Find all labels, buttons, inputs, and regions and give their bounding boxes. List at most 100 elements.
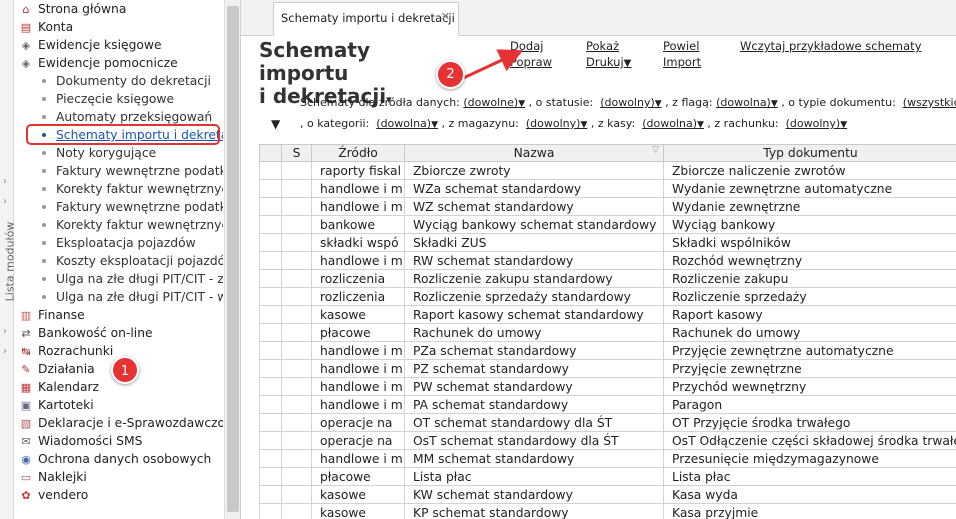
table-row[interactable]: składki wspó Składki ZUS Składki wspólnikó… <box>259 233 956 252</box>
row-selector-cell[interactable] <box>259 359 282 378</box>
column-header-doc-type[interactable]: Typ dokumentu <box>663 144 956 162</box>
chevron-right-icon[interactable]: › <box>3 196 7 207</box>
table-row[interactable]: handlowe i m PA schemat standardowy Parago… <box>259 395 956 414</box>
expand-filters-icon[interactable]: ▼ <box>271 117 280 131</box>
sidebar-subitem[interactable]: Noty korygujące <box>42 144 156 162</box>
sidebar-subitem[interactable]: Koszty eksploatacji pojazdów <box>42 252 223 270</box>
close-icon[interactable]: ✕ <box>441 10 450 23</box>
row-selector-cell[interactable] <box>259 503 282 519</box>
doc-type-filter[interactable]: (wszystkie)▼ <box>903 96 956 109</box>
scrollbar-thumb[interactable] <box>227 6 239 512</box>
column-header-s[interactable]: S <box>281 144 312 162</box>
row-selector-cell[interactable] <box>259 233 282 252</box>
row-selector-cell[interactable] <box>259 377 282 396</box>
duplicate-button[interactable]: Powiel <box>663 39 699 53</box>
print-button[interactable]: Drukuj▼ <box>586 55 631 69</box>
table-row[interactable]: handlowe i m PZa schemat standardowy Przyj… <box>259 341 956 360</box>
chevron-right-icon[interactable]: › <box>3 346 7 357</box>
row-selector-cell[interactable] <box>259 467 282 486</box>
nav-item-ochrona-danych-osobowych[interactable]: ◉ Ochrona danych osobowych <box>18 450 211 468</box>
table-row[interactable]: handlowe i m WZ schemat standardowy Wydani… <box>259 197 956 216</box>
row-selector-cell[interactable] <box>259 161 282 180</box>
chevron-right-icon[interactable]: › <box>3 176 7 187</box>
doc-type-cell: Przyjęcie zewnętrzne automatyczne <box>663 341 956 360</box>
row-selector-cell[interactable] <box>259 431 282 450</box>
column-header-name[interactable]: Nazwa ▽ <box>404 144 664 162</box>
table-row[interactable]: kasowe KW schemat standardowy Kasa wyda <box>259 485 956 504</box>
row-selector-cell[interactable] <box>259 413 282 432</box>
table-row[interactable]: handlowe i m PZ schemat standardowy Przyję… <box>259 359 956 378</box>
sidebar-subitem[interactable]: Faktury wewnętrzne podatku należnego <box>42 198 223 216</box>
table-row[interactable]: operacje na OsT schemat standardowy dla Ś… <box>259 431 956 450</box>
row-selector-cell[interactable] <box>259 341 282 360</box>
row-selector-cell[interactable] <box>259 197 282 216</box>
table-row[interactable]: bankowe Wyciąg bankowy schemat standardow… <box>259 215 956 234</box>
sort-icon[interactable]: ▽ <box>652 145 659 155</box>
table-row[interactable]: handlowe i m WZa schemat standardowy Wydan… <box>259 179 956 198</box>
flag-filter[interactable]: (dowolna)▼ <box>716 96 778 109</box>
nav-item-bankowo-on-line[interactable]: ⇄ Bankowość on-line <box>18 324 152 342</box>
table-row[interactable]: handlowe i m RW schemat standardowy Rozchó… <box>259 251 956 270</box>
table-row[interactable]: kasowe Raport kasowy schemat standardowy R… <box>259 305 956 324</box>
account-filter[interactable]: (dowolny)▼ <box>786 117 847 130</box>
status-filter[interactable]: (dowolny)▼ <box>600 96 661 109</box>
table-row[interactable]: operacje na OT schemat standardowy dla ŚT… <box>259 413 956 432</box>
status-cell <box>281 377 312 396</box>
table-row[interactable]: płacowe Lista płac Lista płac <box>259 467 956 486</box>
module-list-strip[interactable]: › › Lista modułów › › <box>0 0 17 519</box>
import-button[interactable]: Import <box>663 55 701 69</box>
nav-item-label: Strona główna <box>38 2 127 16</box>
cash-filter[interactable]: (dowolna)▼ <box>642 117 704 130</box>
sidebar-subitem[interactable]: Faktury wewnętrzne podatku naliczonego <box>42 162 223 180</box>
sidebar-subitem[interactable]: Eksploatacja pojazdów <box>42 234 196 252</box>
table-row[interactable]: rozliczenia Rozliczenie sprzedaży standar… <box>259 287 956 306</box>
row-selector-cell[interactable] <box>259 215 282 234</box>
load-samples-button[interactable]: Wczytaj przykładowe schematy <box>740 39 922 53</box>
nav-item-ewidencje-pomocnicze[interactable]: ◈ Ewidencje pomocnicze <box>18 54 178 72</box>
row-selector-cell[interactable] <box>259 287 282 306</box>
nav-item-kalendarz[interactable]: ▦ Kalendarz <box>18 378 99 396</box>
table-row[interactable]: handlowe i m PW schemat standardowy Przych… <box>259 377 956 396</box>
nav-item-dzia-ania[interactable]: ✎ Działania <box>18 360 94 378</box>
status-cell <box>281 305 312 324</box>
row-selector-cell[interactable] <box>259 485 282 504</box>
nav-item-kartoteki[interactable]: ▣ Kartoteki <box>18 396 94 414</box>
nav-item-finanse[interactable]: ▥ Finanse <box>18 306 85 324</box>
table-row[interactable]: raporty fiskal Zbiorcze zwroty Zbiorcze na… <box>259 161 956 180</box>
nav-item-vendero[interactable]: ✿ vendero <box>18 486 88 504</box>
sidebar-subitem[interactable]: Dokumenty do dekretacji <box>42 72 211 90</box>
row-selector-cell[interactable] <box>259 179 282 198</box>
column-header-source[interactable]: Źródło <box>311 144 405 162</box>
sidebar-subitem[interactable]: Korekty faktur wewnętrznych podatku <box>42 180 223 198</box>
nav-item-ewidencje-ksi-gowe[interactable]: ◈ Ewidencje księgowe <box>18 36 162 54</box>
nav-item-rozrachunki[interactable]: ↹ Rozrachunki <box>18 342 113 360</box>
column-header-blank[interactable] <box>259 144 282 162</box>
source-filter[interactable]: (dowolne)▼ <box>463 96 525 109</box>
table-row[interactable]: płacowe Rachunek do umowy Rachunek do umow… <box>259 323 956 342</box>
row-selector-cell[interactable] <box>259 395 282 414</box>
bullet-icon <box>42 276 46 281</box>
warehouse-filter[interactable]: (dowolny)▼ <box>526 117 587 130</box>
table-row[interactable]: handlowe i m MM schemat standardowy Przesu… <box>259 449 956 468</box>
category-filter[interactable]: (dowolna)▼ <box>376 117 438 130</box>
row-selector-cell[interactable] <box>259 449 282 468</box>
nav-item-strona-g-wna[interactable]: ⌂ Strona główna <box>18 0 127 18</box>
row-selector-cell[interactable] <box>259 323 282 342</box>
nav-item-konta[interactable]: ▤ Konta <box>18 18 73 36</box>
sidebar-subitem[interactable]: Korekty faktur wewnętrznych podatku <box>42 216 223 234</box>
nav-item-naklejki[interactable]: ▭ Naklejki <box>18 468 87 486</box>
nav-item-wiadomo-ci-sms[interactable]: ✉ Wiadomości SMS <box>18 432 142 450</box>
nav-scrollbar[interactable] <box>224 0 240 519</box>
row-selector-cell[interactable] <box>259 305 282 324</box>
table-row[interactable]: kasowe KP schemat standardowy Kasa przyjmi… <box>259 503 956 519</box>
sidebar-subitem[interactable]: Pieczęcie księgowe <box>42 90 174 108</box>
nav-item-deklaracje-i-e-sprawozdawczo[interactable]: ▧ Deklaracje i e-Sprawozdawczość <box>18 414 223 432</box>
sidebar-subitem[interactable]: Ulga na złe długi PIT/CIT - wierzytelnoś… <box>42 288 223 306</box>
row-selector-cell[interactable] <box>259 251 282 270</box>
tab-schemes[interactable]: Schematy importu i dekretacji ✕ <box>273 2 459 36</box>
row-selector-cell[interactable] <box>259 269 282 288</box>
table-row[interactable]: rozliczenia Rozliczenie zakupu standardow… <box>259 269 956 288</box>
show-button[interactable]: Pokaż <box>586 39 619 53</box>
chevron-right-icon[interactable]: › <box>3 326 7 337</box>
sidebar-subitem[interactable]: Ulga na złe długi PIT/CIT - zobowiązania <box>42 270 223 288</box>
